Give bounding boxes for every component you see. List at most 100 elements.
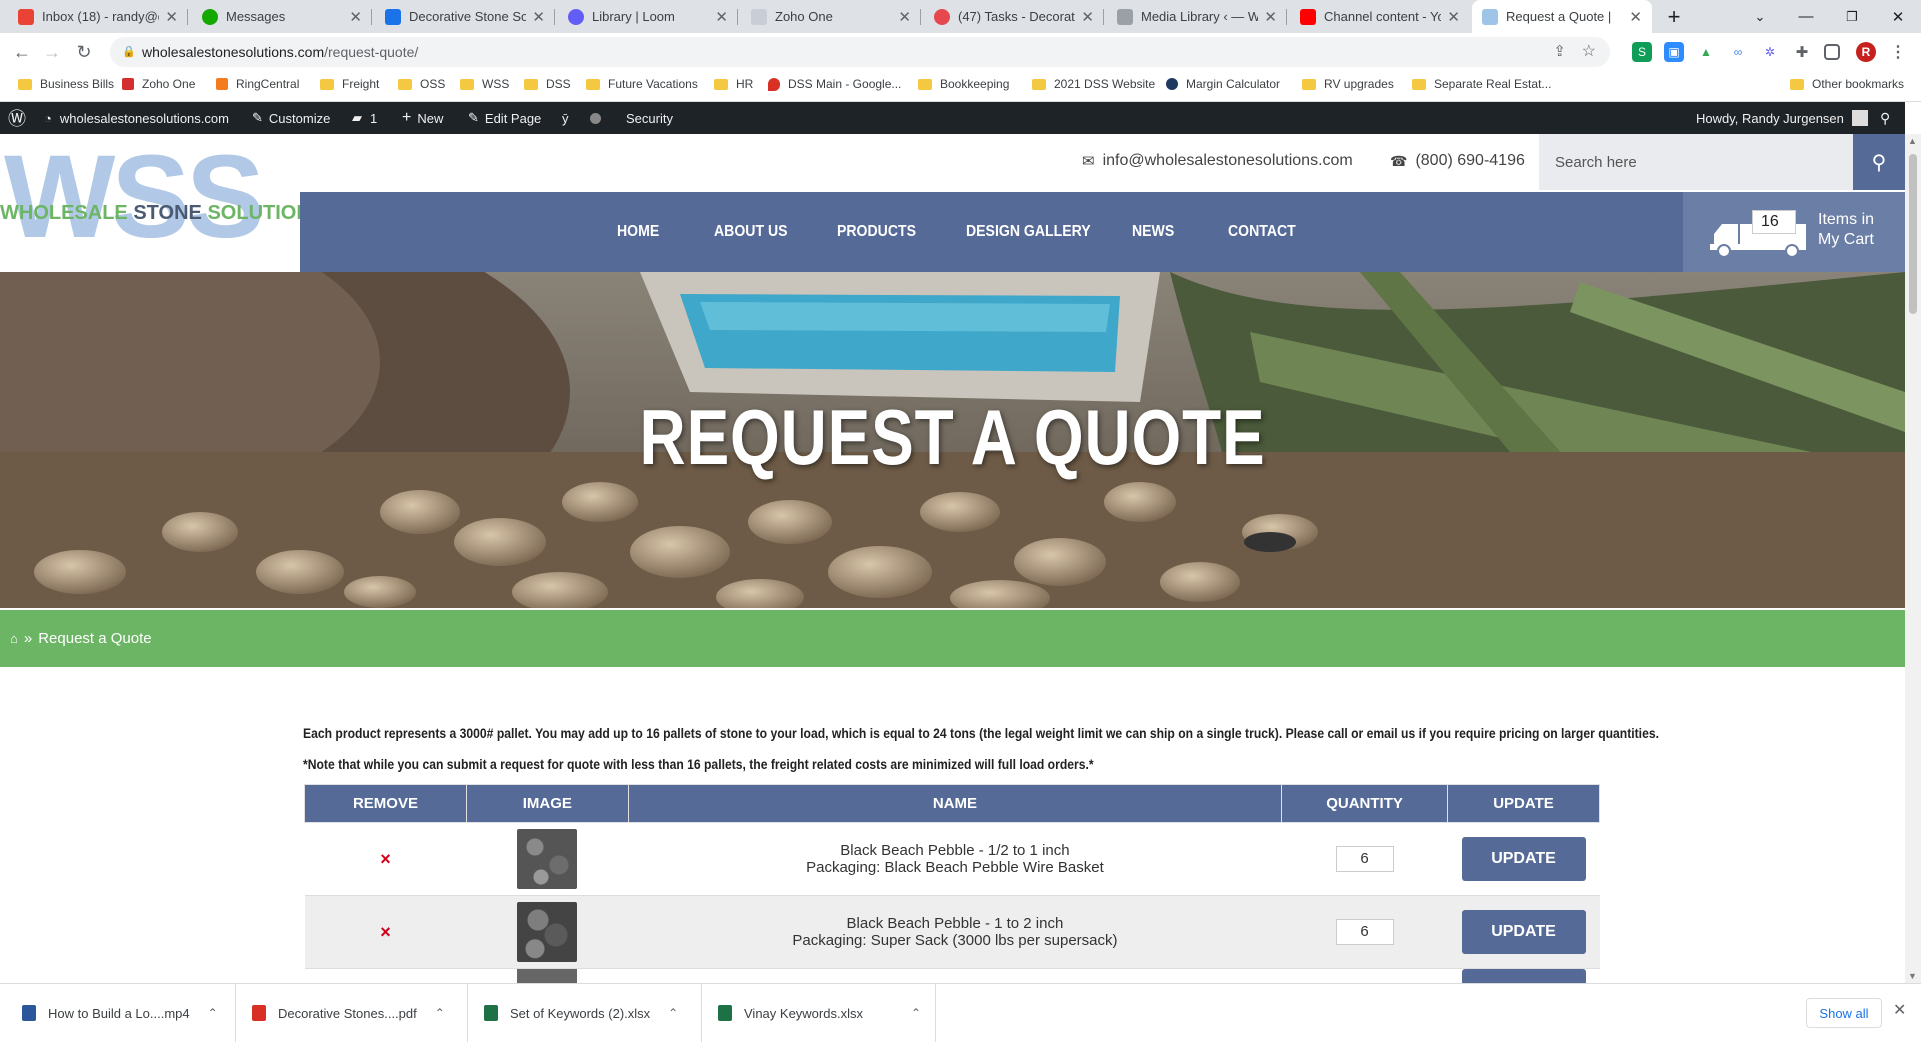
close-window-icon[interactable]: ✕ [1875, 0, 1921, 33]
bookmark-item[interactable]: Business Bills [18, 77, 114, 91]
reload-icon[interactable]: ↻ [70, 38, 98, 66]
chrome-menu-icon[interactable]: ⋮ [1888, 42, 1908, 62]
nav-home[interactable]: HOME [617, 192, 659, 272]
tab-media-library[interactable]: Media Library ‹ — Wo ✕ [1107, 0, 1287, 33]
forward-icon[interactable]: → [38, 38, 66, 66]
bookmark-item[interactable]: OSS [398, 77, 445, 91]
tab-loom[interactable]: Library | Loom ✕ [558, 0, 738, 33]
close-tab-icon[interactable]: ✕ [715, 8, 728, 26]
tab-request-quote[interactable]: Request a Quote | ✕ [1472, 0, 1652, 33]
wp-site-link[interactable]: ◔ wholesalestonesolutions.com [44, 102, 229, 134]
loom-extension-icon[interactable]: ✲ [1760, 42, 1780, 62]
close-tab-icon[interactable]: ✕ [1264, 8, 1277, 26]
tab-tasks[interactable]: (47) Tasks - Decorative✕ [924, 0, 1104, 33]
close-tab-icon[interactable]: ✕ [532, 8, 545, 26]
minimize-icon[interactable]: — [1783, 0, 1829, 33]
remove-icon[interactable]: × [380, 849, 391, 869]
download-item[interactable]: How to Build a Lo....mp4 ⌃ [0, 984, 236, 1042]
cart-widget[interactable]: 16 Items in My Cart [1683, 192, 1905, 272]
download-item[interactable]: Vinay Keywords.xlsx ⌃ [702, 984, 936, 1042]
quantity-input[interactable]: 6 [1335, 919, 1394, 945]
bookmark-item[interactable]: Future Vacations [586, 77, 698, 91]
bookmark-item[interactable]: HR [714, 77, 753, 91]
chevron-up-icon[interactable]: ⌃ [668, 1006, 678, 1020]
chevron-up-icon[interactable]: ⌃ [208, 1006, 218, 1020]
profile-avatar[interactable]: R [1856, 42, 1876, 62]
bookmark-item[interactable]: DSS Main - Google... [768, 77, 901, 91]
zoom-extension-icon[interactable]: ▣ [1664, 42, 1684, 62]
pencil-icon: ✎ [468, 110, 479, 125]
site-logo[interactable]: WSS WHOLESALE STONE SOLUTIONS [0, 134, 300, 265]
nav-design-gallery[interactable]: DESIGN GALLERY [966, 192, 1091, 272]
envelope-icon: ✉ [1082, 153, 1095, 170]
page-scrollbar[interactable]: ▲ ▼ [1905, 134, 1921, 983]
close-tab-icon[interactable]: ✕ [1447, 8, 1460, 26]
tab-inbox[interactable]: Inbox (18) - randy@de ✕ [8, 0, 188, 33]
bookmark-item[interactable]: Freight [320, 77, 379, 91]
restore-icon[interactable]: ❐ [1829, 0, 1875, 33]
wp-edit-page-link[interactable]: ✎ Edit Page [468, 102, 541, 134]
bookmark-item[interactable]: RingCentral [216, 77, 299, 91]
nav-products[interactable]: PRODUCTS [837, 192, 916, 272]
wordpress-logo-icon[interactable]: Ⓦ [8, 102, 26, 134]
wp-howdy[interactable]: Howdy, Randy Jurgensen [1696, 102, 1868, 134]
tab-zoho-one[interactable]: Zoho One ✕ [741, 0, 921, 33]
close-tab-icon[interactable]: ✕ [1081, 8, 1094, 26]
site-search-button[interactable]: ⚲ [1853, 134, 1905, 190]
address-bar[interactable]: 🔒 wholesalestonesolutions.com/request-qu… [110, 37, 1610, 67]
remove-icon[interactable]: × [380, 922, 391, 942]
update-button[interactable]: UPDATE [1461, 837, 1586, 881]
close-tab-icon[interactable]: ✕ [898, 8, 911, 26]
show-all-downloads-button[interactable]: Show all [1806, 998, 1882, 1028]
back-icon[interactable]: ← [8, 38, 36, 66]
bookmark-star-icon[interactable]: ☆ [1582, 41, 1596, 61]
extensions-puzzle-icon[interactable]: ✚ [1792, 42, 1812, 62]
nav-contact[interactable]: CONTACT [1228, 192, 1296, 272]
tab-messages[interactable]: Messages ✕ [192, 0, 372, 33]
product-thumbnail[interactable] [517, 902, 578, 962]
product-thumbnail[interactable] [517, 829, 578, 889]
bookmark-item[interactable]: 2021 DSS Website [1032, 77, 1155, 91]
download-item[interactable]: Set of Keywords (2).xlsx ⌃ [468, 984, 702, 1042]
tab-search-chevron-icon[interactable]: ⌄ [1737, 0, 1783, 33]
drive-extension-icon[interactable]: ▲ [1696, 42, 1716, 62]
other-bookmarks[interactable]: Other bookmarks [1790, 77, 1904, 91]
close-tab-icon[interactable]: ✕ [349, 8, 362, 26]
bookmark-item[interactable]: WSS [460, 77, 509, 91]
share-icon[interactable]: ⇪ [1553, 42, 1566, 60]
main-navigation: HOME ABOUT US PRODUCTS DESIGN GALLERY NE… [300, 192, 1905, 272]
wp-security-link[interactable]: Security [626, 102, 673, 134]
quantity-input[interactable]: 6 [1335, 846, 1394, 872]
close-tab-icon[interactable]: ✕ [165, 8, 178, 26]
wp-new-link[interactable]: + New [402, 102, 443, 134]
yoast-icon[interactable]: ȳ [562, 102, 569, 134]
bookmark-item[interactable]: Bookkeeping [918, 77, 1009, 91]
nav-about-us[interactable]: ABOUT US [714, 192, 788, 272]
header-email[interactable]: ✉ info@wholesalestonesolutions.com [1082, 152, 1353, 170]
chevron-up-icon[interactable]: ⌃ [435, 1006, 445, 1020]
side-panel-icon[interactable] [1824, 44, 1840, 60]
scrollbar-thumb[interactable] [1909, 154, 1917, 314]
tab-youtube[interactable]: Channel content - You ✕ [1290, 0, 1470, 33]
bookmark-item[interactable]: RV upgrades [1302, 77, 1394, 91]
link-extension-icon[interactable]: ∞ [1728, 42, 1748, 62]
site-search-input[interactable]: Search here [1539, 134, 1853, 190]
download-item[interactable]: Decorative Stones....pdf ⌃ [236, 984, 468, 1042]
bookmark-item[interactable]: DSS [524, 77, 571, 91]
bookmark-item[interactable]: Margin Calculator [1166, 77, 1280, 91]
header-phone[interactable]: ☎ (800) 690-4196 [1390, 152, 1525, 170]
tab-decorative-stone[interactable]: Decorative Stone Solu ✕ [375, 0, 555, 33]
update-button[interactable]: UPDATE [1461, 910, 1586, 954]
nav-news[interactable]: NEWS [1132, 192, 1174, 272]
close-tab-icon[interactable]: ✕ [1629, 8, 1642, 26]
bookmark-item[interactable]: Zoho One [122, 77, 195, 91]
home-icon[interactable]: ⌂ [10, 631, 18, 646]
chevron-up-icon[interactable]: ⌃ [911, 1006, 921, 1020]
bookmark-item[interactable]: Separate Real Estat... [1412, 77, 1551, 91]
extension-s-icon[interactable]: S [1632, 42, 1652, 62]
new-tab-icon[interactable]: + [1652, 0, 1696, 33]
wp-customize-link[interactable]: ✎ Customize [252, 102, 330, 134]
wp-search-icon[interactable]: ⚲ [1880, 102, 1890, 134]
wp-comments-link[interactable]: ▰ 1 [352, 102, 377, 134]
close-downloads-icon[interactable]: ✕ [1893, 1000, 1906, 1020]
